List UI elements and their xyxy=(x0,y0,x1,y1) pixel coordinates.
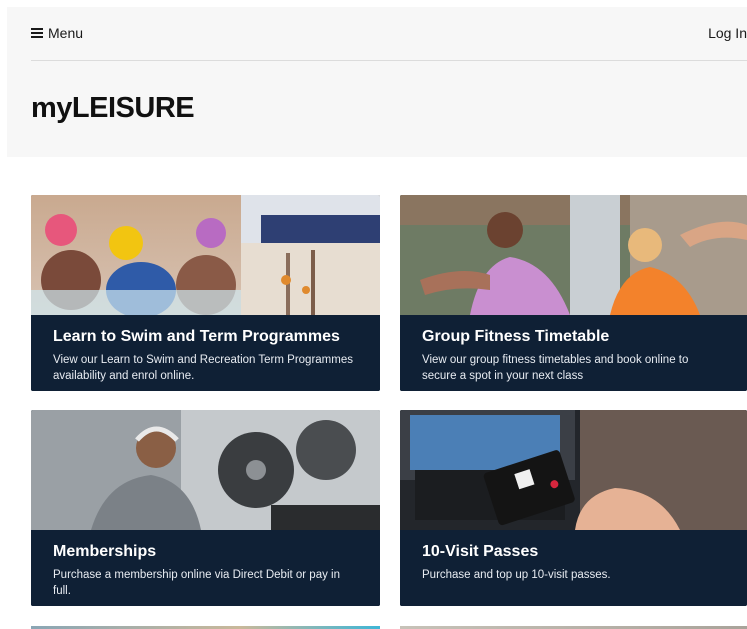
card-caption: Learn to Swim and Term Programmes View o… xyxy=(31,315,380,391)
card-caption: Group Fitness Timetable View our group f… xyxy=(400,315,747,391)
menu-label: Menu xyxy=(48,25,84,41)
card-learn-to-swim[interactable]: Learn to Swim and Term Programmes View o… xyxy=(31,195,380,391)
card-description: View our Learn to Swim and Recreation Te… xyxy=(53,354,353,382)
menu-button[interactable]: Menu xyxy=(31,23,83,43)
memberships-image xyxy=(31,410,380,530)
login-link[interactable]: Log In xyxy=(708,25,747,41)
page-title: myLEISURE xyxy=(31,92,195,124)
group-fitness-image xyxy=(400,195,747,315)
gym-photo-illustration xyxy=(31,410,380,530)
card-10-visit-passes[interactable]: 10-Visit Passes Purchase and top up 10-v… xyxy=(400,410,747,606)
hamburger-icon xyxy=(31,28,43,38)
card-description: Purchase a membership online via Direct … xyxy=(53,569,340,597)
site-header: Menu Log In myLEISURE xyxy=(7,7,747,157)
swim-photo-illustration xyxy=(31,195,380,315)
visit-passes-image xyxy=(400,410,747,530)
card-title: Group Fitness Timetable xyxy=(422,328,610,345)
card-title: Memberships xyxy=(53,543,157,560)
card-caption: 10-Visit Passes Purchase and top up 10-v… xyxy=(400,530,747,606)
card-reader-photo-illustration xyxy=(400,410,747,530)
card-memberships[interactable]: Memberships Purchase a membership online… xyxy=(31,410,380,606)
fitness-photo-illustration xyxy=(400,195,747,315)
card-title: 10-Visit Passes xyxy=(422,543,539,560)
card-description: View our group fitness timetables and bo… xyxy=(422,354,689,382)
card-description: Purchase and top up 10-visit passes. xyxy=(422,569,611,581)
swim-programme-image xyxy=(31,195,380,315)
card-caption: Memberships Purchase a membership online… xyxy=(31,530,380,606)
top-bar: Menu Log In xyxy=(31,7,747,61)
card-title: Learn to Swim and Term Programmes xyxy=(53,328,340,345)
card-group-fitness[interactable]: Group Fitness Timetable View our group f… xyxy=(400,195,747,391)
